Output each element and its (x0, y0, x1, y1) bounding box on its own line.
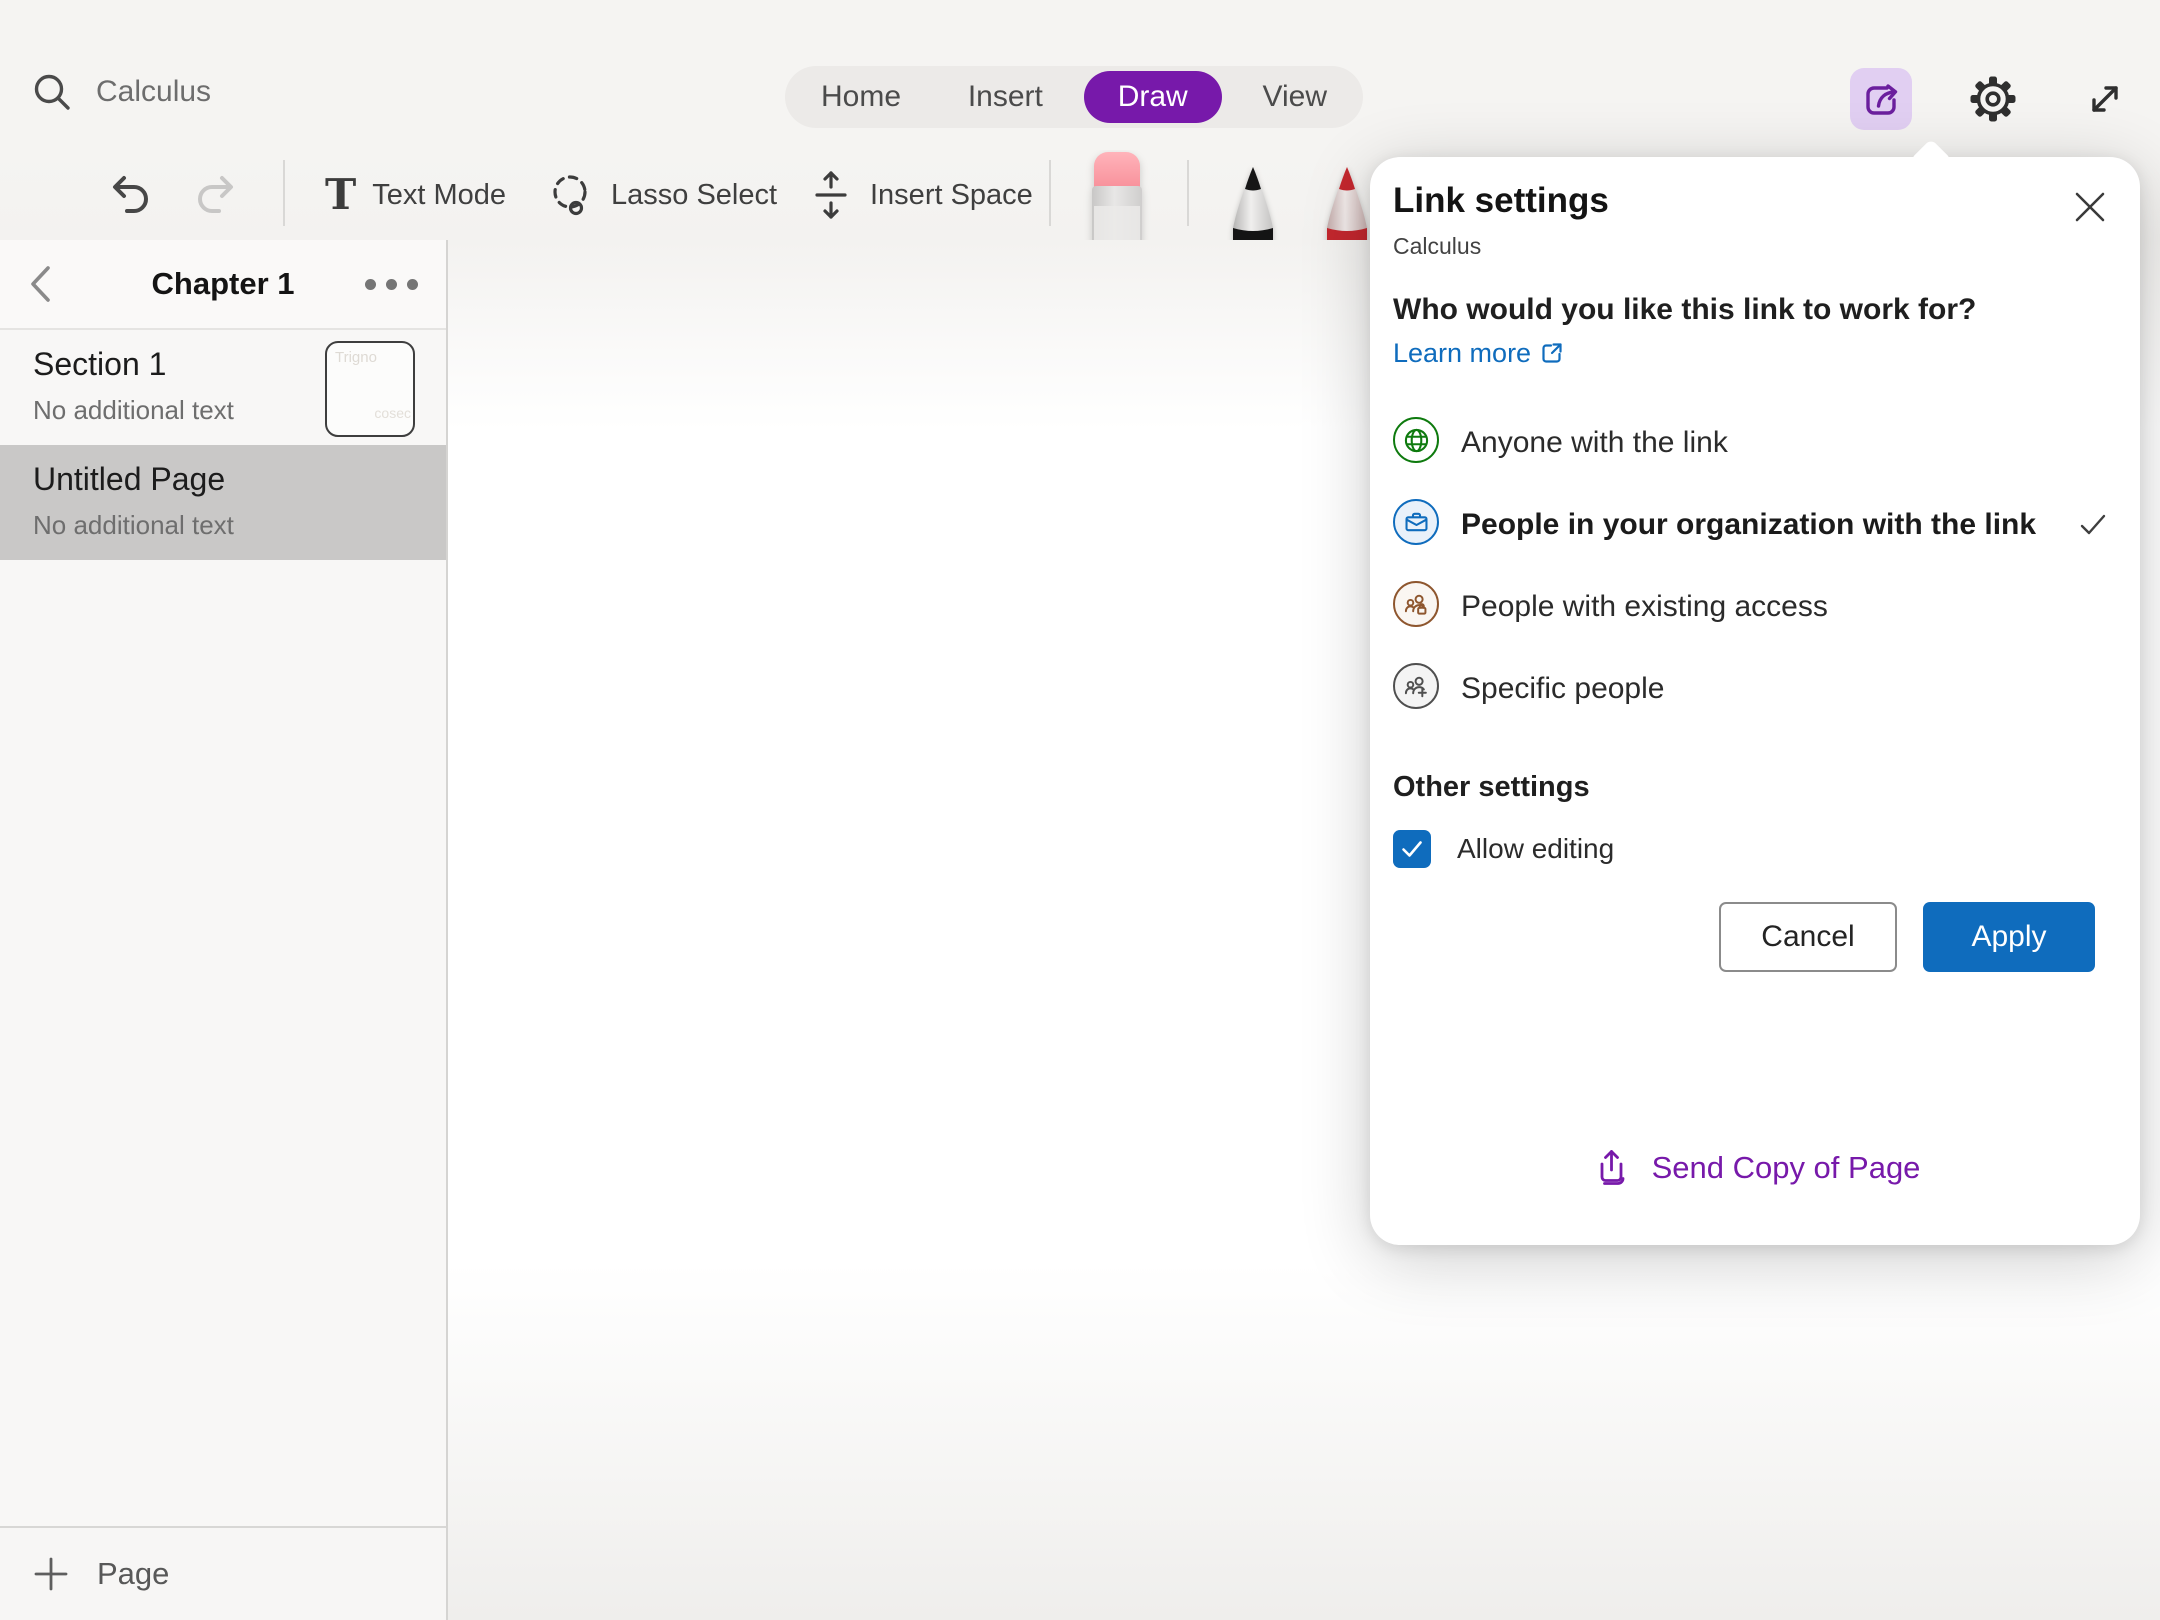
dialog-title: Link settings (1393, 181, 2095, 221)
page-thumbnail: Trigno cosec (325, 341, 415, 437)
tab-home[interactable]: Home (795, 71, 927, 123)
close-icon (2073, 190, 2107, 224)
dialog-buttons: Cancel Apply (1370, 902, 2140, 972)
pen-red-tool[interactable] (1318, 164, 1376, 240)
insert-space-label: Insert Space (870, 179, 1033, 212)
search-notebook-name: Calculus (96, 75, 211, 109)
page-title: Untitled Page (33, 461, 446, 498)
sidebar-header: Chapter 1 (0, 240, 446, 330)
people-lock-icon (1393, 581, 1439, 627)
page-row-untitled-selected[interactable]: Untitled Page No additional text (0, 445, 446, 560)
text-mode-label: Text Mode (372, 179, 506, 212)
page-list-sidebar: Chapter 1 Section 1 No additional text T… (0, 240, 448, 1620)
close-button[interactable] (2066, 183, 2114, 231)
option-anyone-with-link[interactable]: Anyone with the link (1393, 405, 2095, 487)
option-people-with-existing-access[interactable]: People with existing access (1393, 569, 2095, 651)
notebook-search[interactable]: Calculus (30, 70, 211, 114)
toolbar-divider (1187, 160, 1189, 226)
briefcase-icon (1393, 499, 1439, 545)
undo-button[interactable] (100, 150, 156, 240)
option-label: Specific people (1461, 663, 1664, 710)
thumbnail-scribble: cosec (374, 405, 411, 421)
allow-editing-label: Allow editing (1457, 833, 1614, 865)
learn-more-label: Learn more (1393, 338, 1531, 368)
text-mode-button[interactable]: T Text Mode (325, 150, 506, 240)
dialog-notebook-name: Calculus (1393, 233, 2095, 260)
learn-more-link[interactable]: Learn more (1393, 338, 1565, 368)
option-specific-people[interactable]: Specific people (1393, 651, 2095, 733)
link-audience-options: Anyone with the link People in your orga… (1393, 405, 2095, 733)
send-copy-label: Send Copy of Page (1652, 1150, 1921, 1186)
text-mode-icon: T (325, 174, 356, 216)
external-link-icon (1531, 338, 1565, 368)
expand-icon (2081, 75, 2129, 123)
toolbar-divider (283, 160, 285, 226)
pen-black-tool[interactable] (1224, 164, 1282, 240)
add-page-label: Page (97, 1556, 169, 1592)
eraser-face (1094, 206, 1140, 240)
people-add-icon (1393, 663, 1439, 709)
fullscreen-button[interactable] (2074, 68, 2136, 130)
option-label: Anyone with the link (1461, 417, 1728, 464)
page-row-section-1[interactable]: Section 1 No additional text Trigno cose… (0, 330, 446, 445)
back-button[interactable] (24, 262, 58, 306)
gear-icon (1968, 74, 2018, 124)
tab-view[interactable]: View (1237, 71, 1353, 123)
dialog-question: Who would you like this link to work for… (1393, 288, 2013, 375)
onenote-app: Calculus Home Insert Draw View (0, 0, 2160, 1620)
lasso-select-label: Lasso Select (611, 179, 777, 212)
option-label: People in your organization with the lin… (1461, 499, 2036, 546)
tab-insert[interactable]: Insert (942, 71, 1069, 123)
redo-button[interactable] (190, 150, 246, 240)
add-page-button[interactable]: Page (0, 1526, 446, 1620)
toolbar-divider (1049, 160, 1051, 226)
ribbon-tabs: Home Insert Draw View (785, 66, 1363, 128)
link-settings-dialog: Link settings Calculus Who would you lik… (1370, 157, 2140, 1245)
cancel-button[interactable]: Cancel (1719, 902, 1897, 972)
share-button[interactable] (1850, 68, 1912, 130)
other-settings-heading: Other settings (1393, 771, 2095, 804)
lasso-select-button[interactable]: Lasso Select (545, 150, 777, 240)
allow-editing-checkbox[interactable] (1393, 830, 1431, 868)
share-icon (1857, 75, 1905, 123)
top-bar: Calculus Home Insert Draw View (0, 0, 2160, 150)
apply-button[interactable]: Apply (1923, 902, 2095, 972)
settings-button[interactable] (1962, 68, 2024, 130)
section-menu-button[interactable] (365, 279, 418, 290)
page-subtitle: No additional text (33, 510, 446, 541)
allow-editing-row: Allow editing (1393, 830, 2095, 868)
globe-icon (1393, 417, 1439, 463)
option-label: People with existing access (1461, 581, 1828, 628)
eraser-tool[interactable] (1092, 150, 1144, 240)
option-people-in-organization[interactable]: People in your organization with the lin… (1393, 487, 2095, 569)
question-text: Who would you like this link to work for… (1393, 293, 1976, 326)
undo-icon (100, 167, 156, 223)
redo-icon (190, 167, 246, 223)
send-copy-icon (1590, 1147, 1632, 1189)
top-actions (1850, 68, 2136, 130)
search-icon (30, 70, 74, 114)
insert-space-icon (808, 169, 854, 221)
insert-space-button[interactable]: Insert Space (808, 150, 1033, 240)
tab-draw[interactable]: Draw (1084, 71, 1222, 123)
plus-icon (33, 1556, 69, 1592)
lasso-select-icon (545, 170, 595, 220)
thumbnail-scribble: Trigno (335, 349, 377, 366)
send-copy-of-page-button[interactable]: Send Copy of Page (1370, 1147, 2140, 1189)
selected-checkmark-icon (2077, 509, 2109, 541)
